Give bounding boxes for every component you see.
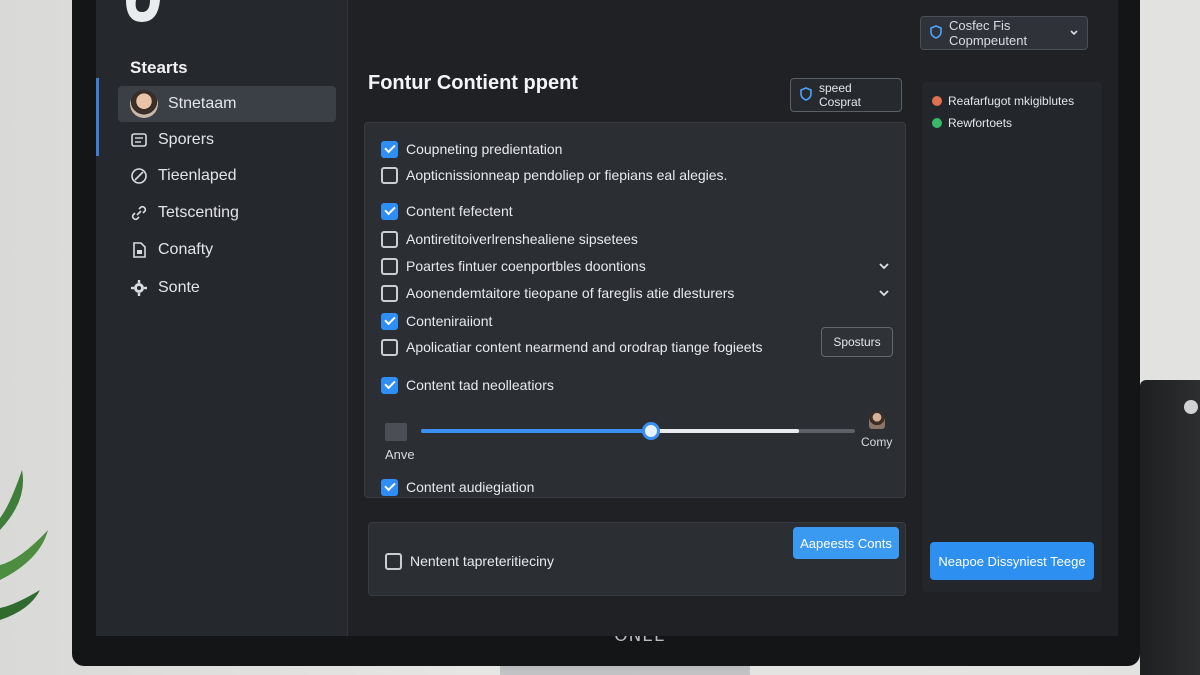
sidebar-item-label: Conafty bbox=[158, 241, 214, 258]
app-logo-icon bbox=[126, 0, 160, 22]
sidebar-item-label: Sporers bbox=[158, 131, 215, 148]
shield-icon bbox=[929, 24, 943, 42]
sidebar-active-accent bbox=[96, 78, 99, 156]
checkbox[interactable] bbox=[385, 552, 402, 570]
option-label: Poartes fintuer coenportbles doontions bbox=[406, 258, 646, 274]
document-icon bbox=[130, 131, 148, 149]
page-title: Fontur Contient ppent bbox=[368, 72, 578, 94]
option-label: Content audiegiation bbox=[406, 479, 535, 495]
option-row[interactable]: Aontiretitoiverlrenshealiene sipsetees bbox=[381, 227, 891, 251]
workspace-dropdown-label: Cosfec Fis Copmpeutent bbox=[949, 18, 1028, 48]
header-action-button[interactable]: speed Cosprat bbox=[790, 78, 902, 112]
checkbox[interactable] bbox=[381, 230, 398, 248]
sidebar: Stearts Stnetaam Sporers Tieenlaped Tets… bbox=[96, 0, 348, 636]
sidebar-item-stnetaam[interactable]: Stnetaam bbox=[118, 86, 336, 122]
right-panel-action-button[interactable]: Neapoe Dissyniest Teege bbox=[930, 542, 1094, 580]
option-row[interactable]: Conteniraiiont bbox=[381, 309, 891, 333]
right-panel: Reafarfugot mkigiblutes Rewfortoets Neap… bbox=[922, 82, 1102, 592]
sposturs-button[interactable]: Sposturs bbox=[821, 327, 893, 357]
option-label: Content fefectent bbox=[406, 203, 513, 219]
slider-fill bbox=[421, 429, 651, 433]
option-row[interactable]: Apolicatiar content nearmend and orodrap… bbox=[381, 335, 811, 359]
option-row[interactable]: Content fefectent bbox=[381, 199, 891, 223]
header-action-label: speed Cosprat bbox=[819, 81, 862, 109]
sidebar-item-sporers[interactable]: Sporers bbox=[118, 122, 336, 158]
avatar-icon bbox=[130, 90, 158, 118]
checkbox[interactable] bbox=[381, 202, 398, 220]
status-dot-icon bbox=[932, 118, 942, 128]
checkbox[interactable] bbox=[381, 140, 398, 158]
checkbox[interactable] bbox=[381, 284, 398, 302]
option-label: Content tad neolleatiors bbox=[406, 377, 554, 393]
option-row[interactable]: Coupneting predientation bbox=[381, 137, 891, 161]
sidebar-item-label: Sonte bbox=[158, 279, 200, 296]
shield-icon bbox=[799, 86, 813, 104]
option-row[interactable]: Content tad neolleatiors bbox=[381, 373, 891, 397]
chevron-down-icon[interactable] bbox=[877, 259, 891, 273]
status-dot-icon bbox=[932, 96, 942, 106]
sidebar-heading: Stearts bbox=[130, 58, 188, 77]
sidebar-item-label: Stnetaam bbox=[168, 95, 237, 112]
speaker-knob bbox=[1184, 400, 1198, 414]
apply-button[interactable]: Aapeests Conts bbox=[793, 527, 899, 559]
option-row[interactable]: Content audiegiation bbox=[381, 475, 891, 499]
slider-secondary-fill bbox=[651, 429, 799, 433]
sidebar-item-conafty[interactable]: Conafty bbox=[118, 232, 336, 268]
link-icon bbox=[130, 204, 148, 222]
right-panel-item[interactable]: Reafarfugot mkigiblutes bbox=[932, 94, 1074, 108]
sidebar-item-label: Tieenlaped bbox=[158, 167, 237, 184]
option-label: Apolicatiar content nearmend and orodrap… bbox=[406, 339, 763, 355]
right-panel-item-label: Reafarfugot mkigiblutes bbox=[948, 94, 1075, 108]
sidebar-item-sonte[interactable]: Sonte bbox=[118, 270, 336, 306]
avatar-icon bbox=[869, 411, 885, 429]
checkbox[interactable] bbox=[381, 166, 398, 184]
tag-icon bbox=[130, 167, 148, 185]
chevron-down-icon bbox=[1069, 26, 1079, 41]
option-row[interactable]: Aopticnissionneap pendoliep or fiepians … bbox=[381, 163, 891, 187]
gear-icon bbox=[130, 279, 148, 297]
option-label: Aoonendemtaitore tieopane of fareglis at… bbox=[406, 285, 735, 301]
option-label: Coupneting predientation bbox=[406, 141, 563, 157]
footer-panel: Nentent tapreteritieciny Aapeests Conts bbox=[368, 522, 906, 596]
sidebar-item-tetscenting[interactable]: Tetscenting bbox=[118, 195, 336, 231]
checkbox[interactable] bbox=[381, 312, 398, 330]
sidebar-item-tieenlaped[interactable]: Tieenlaped bbox=[118, 158, 336, 194]
option-label: Conteniraiiont bbox=[406, 313, 493, 329]
range-slider[interactable] bbox=[421, 422, 855, 440]
right-panel-item-label: Rewfortoets bbox=[948, 116, 1013, 130]
slider-thumb[interactable] bbox=[642, 422, 660, 440]
plant-leaves bbox=[0, 470, 48, 620]
option-label: Nentent tapreteritieciny bbox=[410, 553, 554, 569]
option-row[interactable]: Poartes fintuer coenportbles doontions bbox=[381, 254, 891, 278]
checkbox[interactable] bbox=[381, 338, 398, 356]
speaker bbox=[1140, 380, 1200, 675]
checkbox[interactable] bbox=[381, 257, 398, 275]
app-window: Stearts Stnetaam Sporers Tieenlaped Tets… bbox=[96, 0, 1118, 636]
chevron-down-icon[interactable] bbox=[877, 286, 891, 300]
sidebar-item-label: Tetscenting bbox=[158, 204, 239, 221]
checkbox[interactable] bbox=[381, 478, 398, 496]
option-label: Aopticnissionneap pendoliep or fiepians … bbox=[406, 167, 728, 183]
checkbox[interactable] bbox=[381, 376, 398, 394]
option-label: Aontiretitoiverlrenshealiene sipsetees bbox=[406, 231, 638, 247]
slider-min-swatch bbox=[385, 423, 407, 441]
workspace-dropdown[interactable]: Cosfec Fis Copmpeutent bbox=[920, 16, 1088, 50]
option-row[interactable]: Aoonendemtaitore tieopane of fareglis at… bbox=[381, 281, 891, 305]
options-panel: Coupneting predientation Aopticnissionne… bbox=[364, 122, 906, 498]
slider-max-label: Comy bbox=[861, 435, 893, 449]
right-panel-item[interactable]: Rewfortoets bbox=[932, 116, 1012, 130]
file-icon bbox=[130, 241, 148, 259]
slider-min-label: Anve bbox=[385, 447, 415, 462]
